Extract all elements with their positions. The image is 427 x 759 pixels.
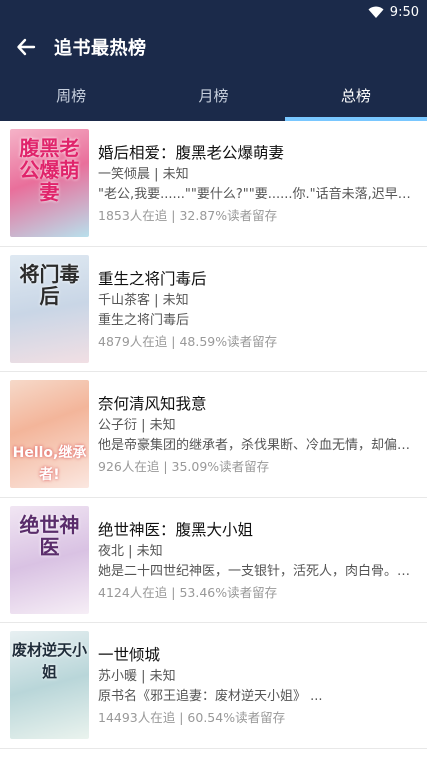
tab-overall[interactable]: 总榜 xyxy=(284,70,427,121)
book-title: 婚后相爱：腹黑老公爆萌妻 xyxy=(98,144,285,162)
book-stats: 4124人在追 | 53.46%读者留存 xyxy=(98,584,278,600)
book-author: 夜北 | 未知 xyxy=(98,543,163,559)
tab-bar: 周榜 月榜 总榜 xyxy=(0,70,427,121)
book-description: 她是二十四世纪神医，一支银针，活死人，肉白骨。一... xyxy=(98,563,417,579)
book-stats: 4879人在追 | 48.59%读者留存 xyxy=(98,333,278,349)
book-description: "老公,我要......""要什么?""要......你."话音未落,迟早早就猛… xyxy=(98,187,417,202)
book-title: 奈何清风知我意 xyxy=(98,395,207,413)
book-info: 婚后相爱：腹黑老公爆萌妻 一笑倾晨 | 未知 "老公,我要......""要什么… xyxy=(98,129,417,225)
book-author: 苏小暖 | 未知 xyxy=(98,669,176,684)
book-author: 千山茶客 | 未知 xyxy=(98,292,189,308)
book-title: 绝世神医：腹黑大小姐 xyxy=(98,520,254,539)
book-item[interactable]: 腹黑老公爆萌妻 婚后相爱：腹黑老公爆萌妻 一笑倾晨 | 未知 "老公,我要...… xyxy=(0,121,427,247)
book-cover-title: 废材逆天小姐 xyxy=(11,641,87,681)
book-title: 重生之将门毒后 xyxy=(98,269,207,288)
book-stats: 926人在追 | 35.09%读者留存 xyxy=(98,459,270,474)
book-info: 重生之将门毒后 千山茶客 | 未知 重生之将门毒后 4879人在追 | 48.5… xyxy=(98,255,417,351)
book-item[interactable]: 将门毒后 重生之将门毒后 千山茶客 | 未知 重生之将门毒后 4879人在追 |… xyxy=(0,247,427,372)
book-info: 一世倾城 苏小暖 | 未知 原书名《邪王追妻：废材逆天小姐》 ... 14493… xyxy=(98,631,417,727)
arrow-left-icon xyxy=(17,38,36,56)
book-description: 原书名《邪王追妻：废材逆天小姐》 ... xyxy=(98,689,323,704)
app-bar: 追书最热榜 xyxy=(0,24,427,70)
book-cover: 绝世神医 xyxy=(10,505,89,614)
book-cover: Hello,继承者! xyxy=(10,380,89,488)
book-info: 绝世神医：腹黑大小姐 夜北 | 未知 她是二十四世纪神医，一支银针，活死人，肉白… xyxy=(98,506,417,602)
tab-weekly[interactable]: 周榜 xyxy=(0,70,142,121)
status-bar: 9:50 xyxy=(0,0,427,24)
tab-monthly[interactable]: 月榜 xyxy=(142,70,284,121)
status-time: 9:50 xyxy=(389,4,419,20)
book-author: 一笑倾晨 | 未知 xyxy=(98,167,189,182)
book-description: 重生之将门毒后 xyxy=(98,312,190,328)
book-cover-title: 绝世神医 xyxy=(19,512,80,559)
book-list: 腹黑老公爆萌妻 婚后相爱：腹黑老公爆萌妻 一笑倾晨 | 未知 "老公,我要...… xyxy=(0,121,427,759)
book-stats: 1853人在追 | 32.87%读者留存 xyxy=(98,208,278,223)
book-info: 奈何清风知我意 公子衍 | 未知 他是帝豪集团的继承者，杀伐果断、冷血无情，却偏… xyxy=(98,380,417,476)
book-cover-title: 腹黑老公爆萌妻 xyxy=(19,136,80,204)
book-cover: 将门毒后 xyxy=(10,254,89,363)
back-button[interactable] xyxy=(14,35,38,59)
book-description: 他是帝豪集团的继承者，杀伐果断、冷血无情，却偏偏... xyxy=(98,438,417,453)
page-title: 追书最热榜 xyxy=(54,38,147,59)
book-cover: 废材逆天小姐 xyxy=(10,631,89,739)
book-item[interactable]: 废材逆天小姐 一世倾城 苏小暖 | 未知 原书名《邪王追妻：废材逆天小姐》 ..… xyxy=(0,623,427,749)
book-cover-title: 将门毒后 xyxy=(19,261,80,308)
book-author: 公子衍 | 未知 xyxy=(98,418,176,433)
book-cover-title: Hello,继承者! xyxy=(12,445,87,483)
book-stats: 14493人在追 | 60.54%读者留存 xyxy=(98,710,286,725)
wifi-icon xyxy=(368,6,384,18)
book-item[interactable]: 绝世神医 绝世神医：腹黑大小姐 夜北 | 未知 她是二十四世纪神医，一支银针，活… xyxy=(0,498,427,623)
book-cover: 腹黑老公爆萌妻 xyxy=(10,129,89,237)
book-title: 一世倾城 xyxy=(98,646,161,664)
book-item[interactable]: Hello,继承者! 奈何清风知我意 公子衍 | 未知 他是帝豪集团的继承者，杀… xyxy=(0,372,427,498)
